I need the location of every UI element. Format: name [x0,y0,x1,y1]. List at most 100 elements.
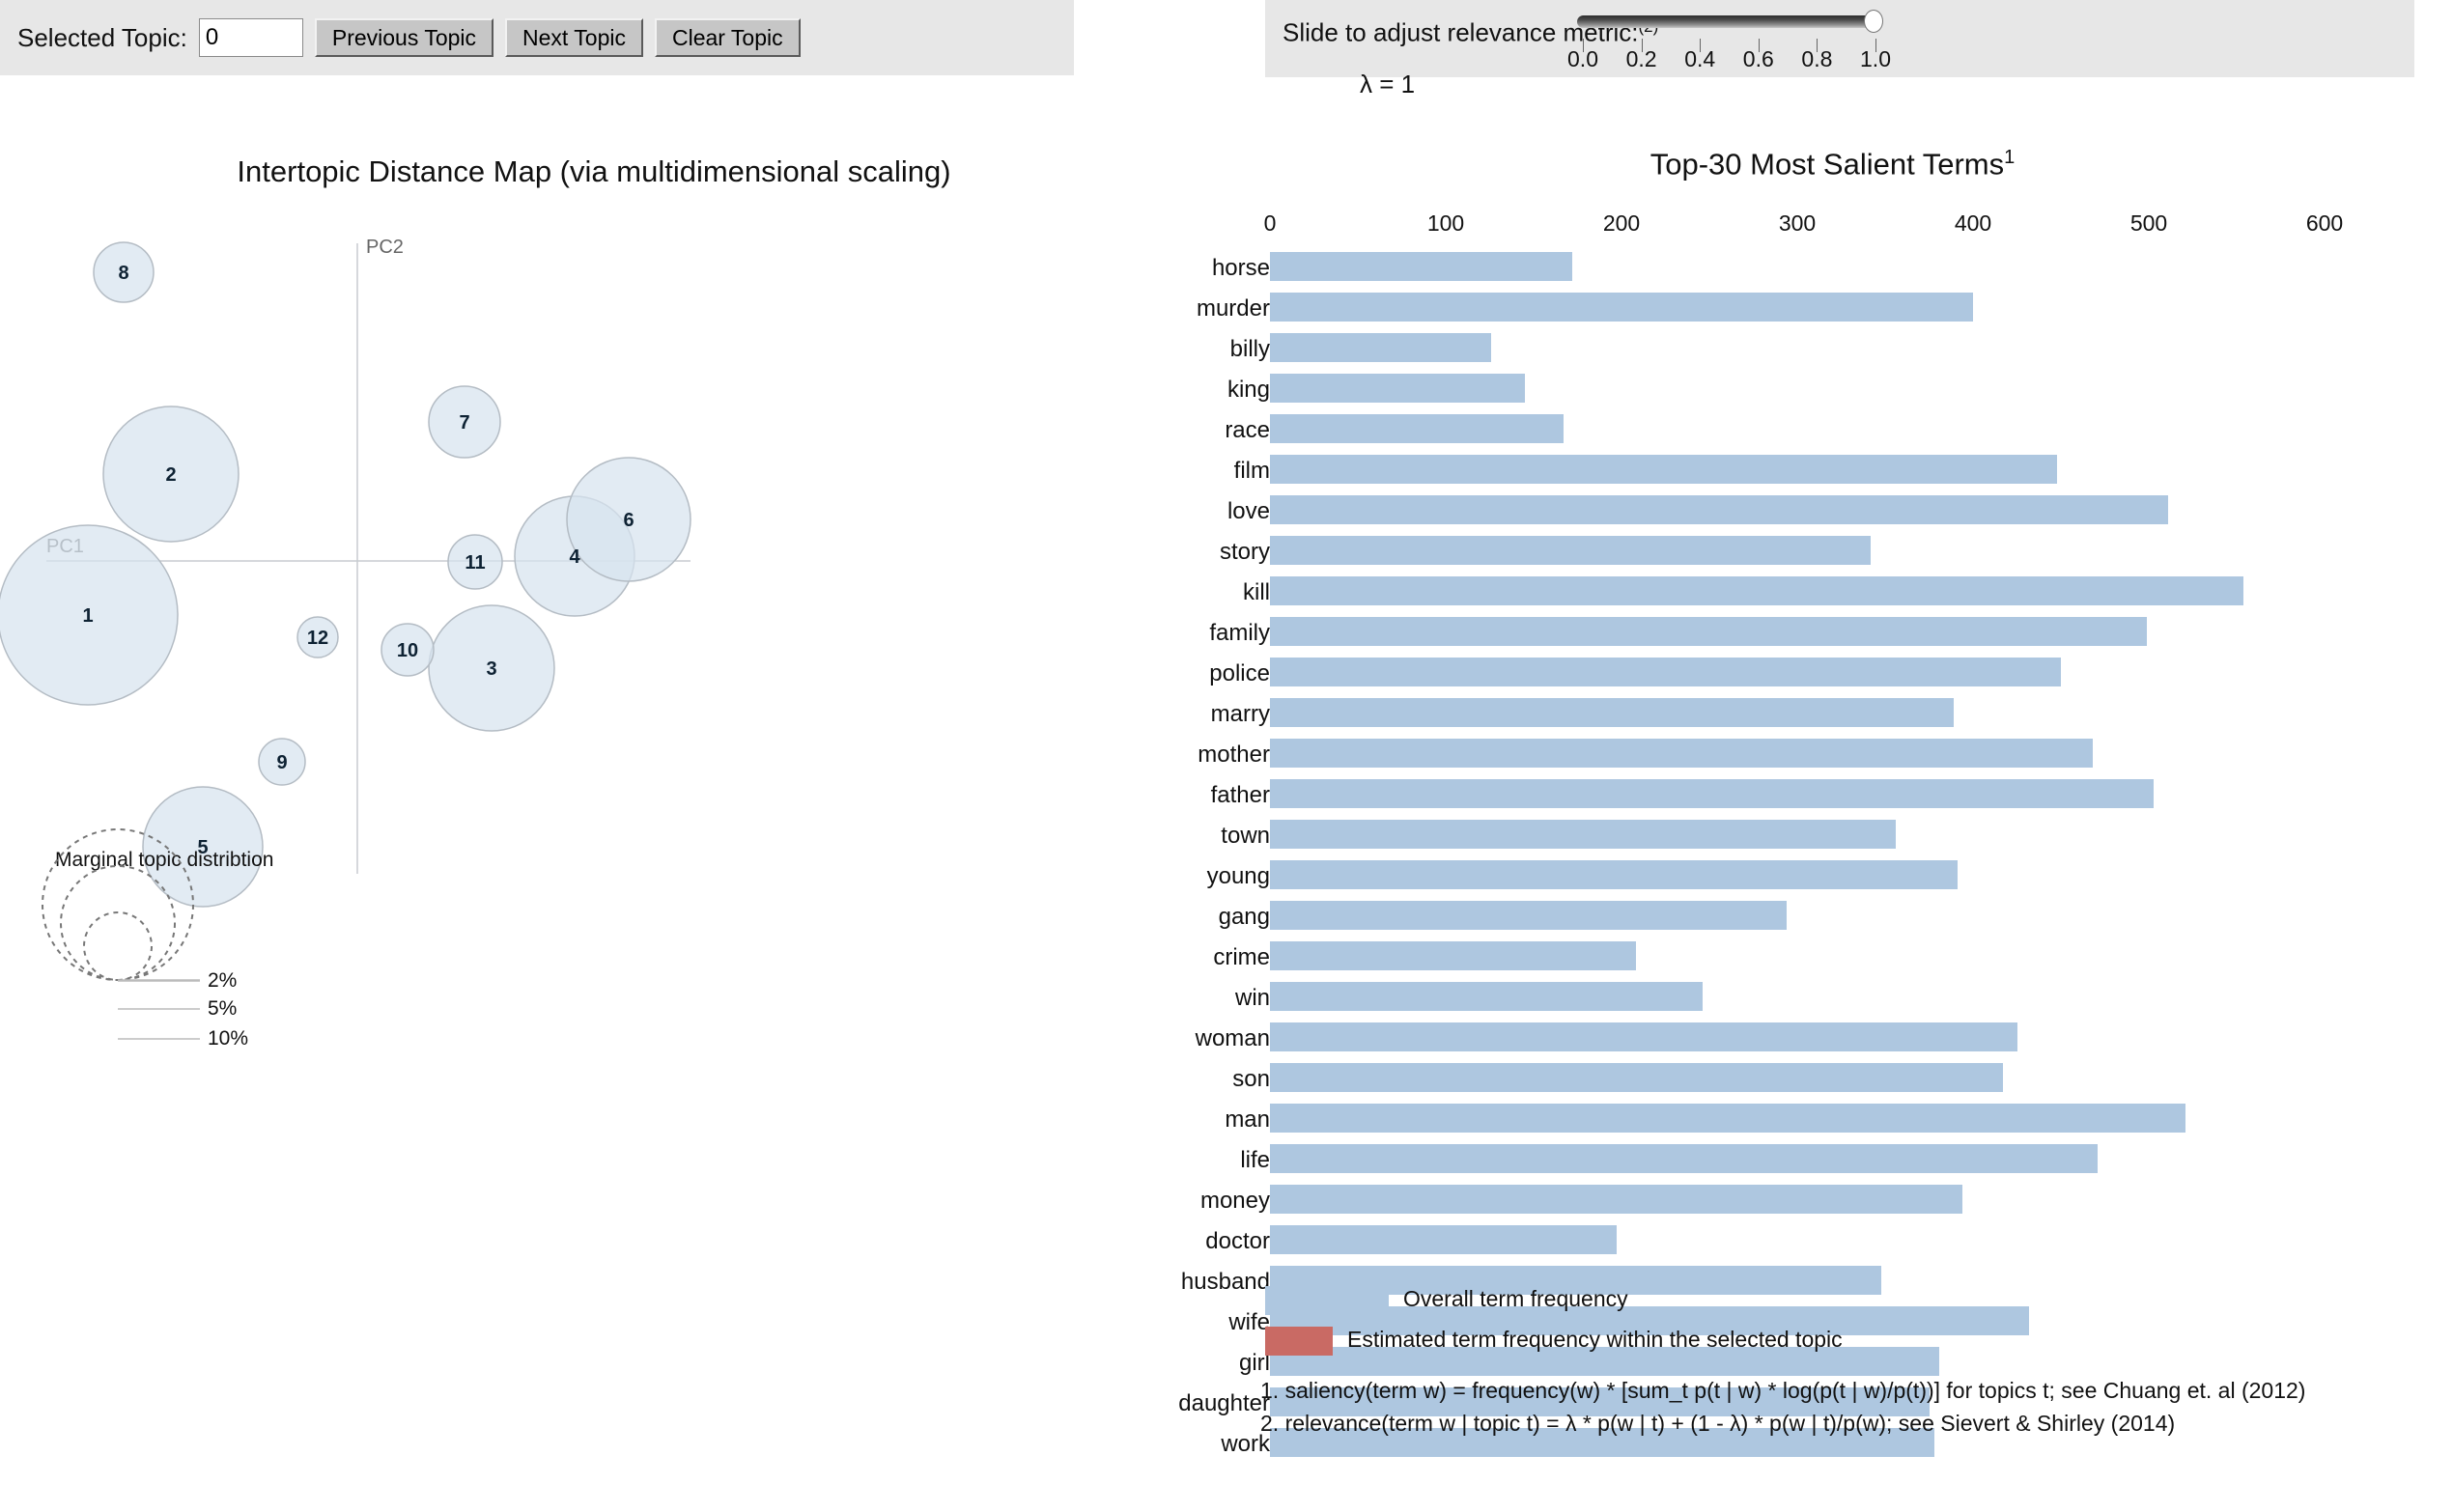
relevance-slider[interactable] [1577,10,1883,33]
bar-term-label[interactable]: film [1077,458,1270,485]
bar-overall-frequency[interactable] [1270,1225,1617,1254]
slider-track[interactable] [1577,15,1881,28]
bar-row[interactable]: film [1212,452,2453,492]
bar-row[interactable]: father [1211,776,2453,817]
bar-term-label[interactable]: money [1077,1188,1270,1215]
bar-overall-frequency[interactable] [1270,374,1525,403]
bar-term-label[interactable]: billy [1077,336,1270,363]
bar-overall-frequency[interactable] [1270,739,2093,768]
bar-overall-frequency[interactable] [1270,1022,2017,1051]
bar-term-label[interactable]: young [1077,863,1270,890]
bar-term-label[interactable]: son [1077,1066,1270,1093]
bar-row[interactable]: son [1212,1060,2453,1101]
bar-term-label[interactable]: woman [1077,1025,1270,1052]
bar-term-label[interactable]: marry [1077,701,1270,728]
bar-overall-frequency[interactable] [1270,414,1564,443]
mds-scatter-svg[interactable]: PC1 PC2 123456789101112 Marginal topic d… [0,97,1212,1512]
bar-chart-legend: Overall term frequency Estimated term fr… [1212,1284,2453,1365]
previous-topic-button[interactable]: Previous Topic [314,18,494,57]
bar-chart-title-text: Top-30 Most Salient Terms [1649,147,2005,182]
legend-label-overall: Overall term frequency [1403,1286,1628,1311]
bar-term-label[interactable]: story [1077,539,1270,566]
bar-term-label[interactable]: work [1077,1431,1270,1458]
bar-term-label[interactable]: gang [1077,904,1270,931]
bar-term-label[interactable]: life [1077,1147,1270,1174]
bar-overall-frequency[interactable] [1270,901,1788,930]
selected-topic-input[interactable] [198,18,303,57]
bar-overall-frequency[interactable] [1270,455,2058,484]
bar-row[interactable]: story [1212,533,2453,574]
bar-term-label[interactable]: man [1077,1106,1270,1134]
bar-row[interactable]: win [1212,979,2453,1020]
bar-row[interactable]: marry [1211,695,2453,736]
bar-term-label[interactable]: horse [1077,255,1270,282]
bar-overall-frequency[interactable] [1270,820,1896,849]
legend-row-overall: Overall term frequency [1212,1284,2453,1325]
bar-overall-frequency[interactable] [1270,658,2061,686]
bar-term-label[interactable]: murder [1077,295,1270,322]
bar-row[interactable]: love [1212,492,2453,533]
next-topic-button[interactable]: Next Topic [505,18,643,57]
bar-overall-frequency[interactable] [1270,982,1703,1011]
bar-row[interactable]: gang [1212,898,2453,938]
bar-term-label[interactable]: town [1077,823,1270,850]
bar-term-label[interactable]: king [1077,377,1270,404]
bar-row[interactable]: life [1212,1141,2453,1182]
bar-row[interactable]: man [1212,1101,2453,1141]
x-axis-tick-500: 500 [2129,210,2168,236]
bar-row[interactable]: murder [1197,290,2453,330]
bar-overall-frequency[interactable] [1270,617,2148,646]
slider-handle[interactable] [1864,10,1883,33]
bar-row[interactable]: money [1200,1182,2453,1222]
bar-term-label[interactable]: police [1077,660,1270,687]
bar-overall-frequency[interactable] [1270,941,1636,970]
pc2-axis-label: PC2 [366,237,404,258]
bar-term-label[interactable]: doctor [1077,1228,1270,1255]
bar-overall-frequency[interactable] [1270,495,2169,524]
bar-term-label[interactable]: mother [1077,742,1270,769]
bar-overall-frequency[interactable] [1270,536,1872,565]
bar-row[interactable]: woman [1196,1020,2453,1060]
bar-row[interactable]: kill [1212,574,2453,614]
bar-overall-frequency[interactable] [1270,1063,2003,1092]
clear-topic-button[interactable]: Clear Topic [654,18,801,57]
bar-row[interactable]: race [1212,411,2453,452]
bar-row[interactable]: horse [1212,249,2453,290]
topic-bubble-label-6: 6 [623,510,634,531]
bar-row[interactable]: police [1209,655,2453,695]
bar-term-label[interactable]: win [1077,985,1270,1012]
bar-overall-frequency[interactable] [1270,779,2155,808]
bar-overall-frequency[interactable] [1270,1144,2099,1173]
bar-row[interactable]: crime [1212,938,2453,979]
bar-overall-frequency[interactable] [1270,293,1973,322]
slider-tick-label-0-0: 0.0 [1567,46,1598,71]
bar-overall-frequency[interactable] [1270,333,1492,362]
topic-bubble-label-4: 4 [569,546,580,568]
slider-tick-label-1-0: 1.0 [1860,46,1891,71]
bar-row[interactable]: young [1207,857,2453,898]
topic-bubble-label-2: 2 [165,464,176,486]
bar-term-label[interactable]: love [1077,498,1270,525]
bar-overall-frequency[interactable] [1270,1185,1963,1214]
bar-row[interactable]: family [1209,614,2453,655]
bar-row[interactable]: billy [1212,330,2453,371]
bar-overall-frequency[interactable] [1270,576,2244,605]
bar-term-label[interactable]: daughter [1077,1390,1270,1417]
bar-term-label[interactable]: family [1077,620,1270,647]
bar-overall-frequency[interactable] [1270,860,1958,889]
bar-overall-frequency[interactable] [1270,1104,2186,1133]
slider-tick-label-0-4: 0.4 [1684,46,1716,71]
bar-row[interactable]: town [1212,817,2453,857]
bar-row[interactable]: king [1212,371,2453,411]
relevance-slider-toolbar: Slide to adjust relevance metric:(2) λ =… [1265,0,2414,98]
bar-term-label[interactable]: crime [1077,944,1270,971]
bar-term-label[interactable]: kill [1077,579,1270,606]
bar-row[interactable]: doctor [1205,1222,2453,1263]
bar-term-label[interactable]: father [1077,782,1270,809]
bar-overall-frequency[interactable] [1270,252,1573,281]
intertopic-distance-map-panel: Intertopic Distance Map (via multidimens… [0,97,1212,1512]
bar-term-label[interactable]: race [1077,417,1270,444]
x-axis-tick-200: 200 [1602,210,1641,236]
bar-row[interactable]: mother [1198,736,2453,776]
bar-overall-frequency[interactable] [1270,698,1954,727]
